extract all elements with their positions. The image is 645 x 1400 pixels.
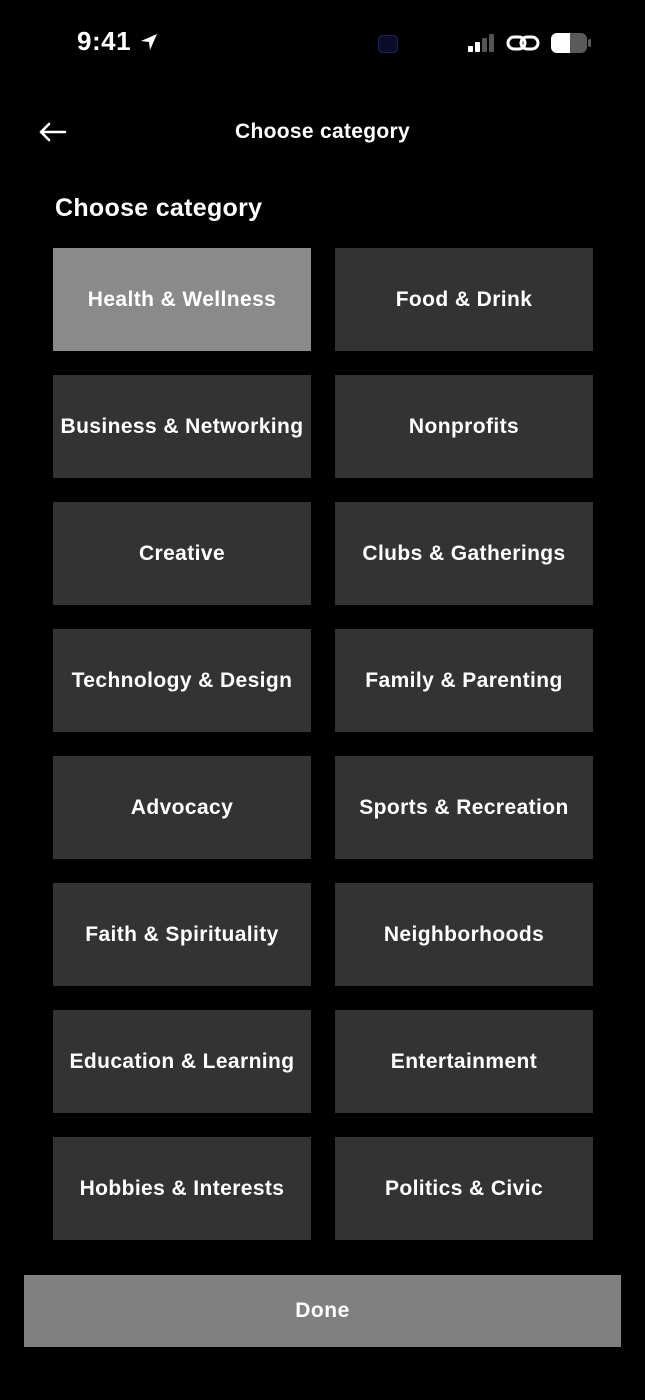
category-tile[interactable]: Neighborhoods <box>335 883 593 986</box>
category-label: Faith & Spirituality <box>85 922 279 946</box>
category-label: Politics & Civic <box>384 1176 544 1200</box>
category-tile[interactable]: Technology & Design <box>53 629 311 732</box>
nav-header: Choose category <box>0 108 645 160</box>
category-tile[interactable]: Creative <box>53 502 311 605</box>
done-button[interactable]: Done <box>24 1275 621 1347</box>
status-time: 9:41 <box>77 26 159 57</box>
category-label: Education & Learning <box>69 1049 295 1073</box>
category-tile[interactable]: Sports & Recreation <box>335 756 593 859</box>
category-tile[interactable]: Entertainment <box>335 1010 593 1113</box>
battery-icon <box>551 33 591 53</box>
done-button-label: Done <box>295 1299 350 1322</box>
category-label: Food & Drink <box>395 287 533 311</box>
category-tile[interactable]: Faith & Spirituality <box>53 883 311 986</box>
category-grid: Health & Wellness Food & Drink Business … <box>53 248 593 1240</box>
signal-icon <box>468 34 494 52</box>
category-label: Health & Wellness <box>87 287 277 311</box>
link-icon <box>506 35 540 51</box>
category-tile[interactable]: Hobbies & Interests <box>53 1137 311 1240</box>
category-tile[interactable]: Business & Networking <box>53 375 311 478</box>
category-label: Nonprofits <box>408 414 520 438</box>
category-tile[interactable]: Nonprofits <box>335 375 593 478</box>
category-label: Advocacy <box>130 795 234 819</box>
category-tile[interactable]: Health & Wellness <box>53 248 311 351</box>
page-title: Choose category <box>235 120 410 143</box>
category-tile[interactable]: Education & Learning <box>53 1010 311 1113</box>
category-label: Neighborhoods <box>383 922 545 946</box>
category-label: Technology & Design <box>71 668 293 692</box>
category-label: Creative <box>138 541 226 565</box>
category-label: Entertainment <box>390 1049 538 1073</box>
status-time-text: 9:41 <box>77 26 132 56</box>
category-label: Clubs & Gatherings <box>362 541 566 565</box>
camera-indicator-icon <box>378 35 398 53</box>
category-label: Hobbies & Interests <box>79 1176 285 1200</box>
category-tile[interactable]: Clubs & Gatherings <box>335 502 593 605</box>
category-tile[interactable]: Family & Parenting <box>335 629 593 732</box>
category-tile[interactable]: Food & Drink <box>335 248 593 351</box>
category-tile[interactable]: Advocacy <box>53 756 311 859</box>
category-tile[interactable]: Politics & Civic <box>335 1137 593 1240</box>
category-label: Business & Networking <box>60 414 304 438</box>
status-bar: 9:41 <box>0 0 645 88</box>
category-label: Sports & Recreation <box>359 795 569 819</box>
location-arrow-icon <box>141 33 158 50</box>
category-label: Family & Parenting <box>365 668 563 692</box>
section-title: Choose category <box>55 194 263 222</box>
